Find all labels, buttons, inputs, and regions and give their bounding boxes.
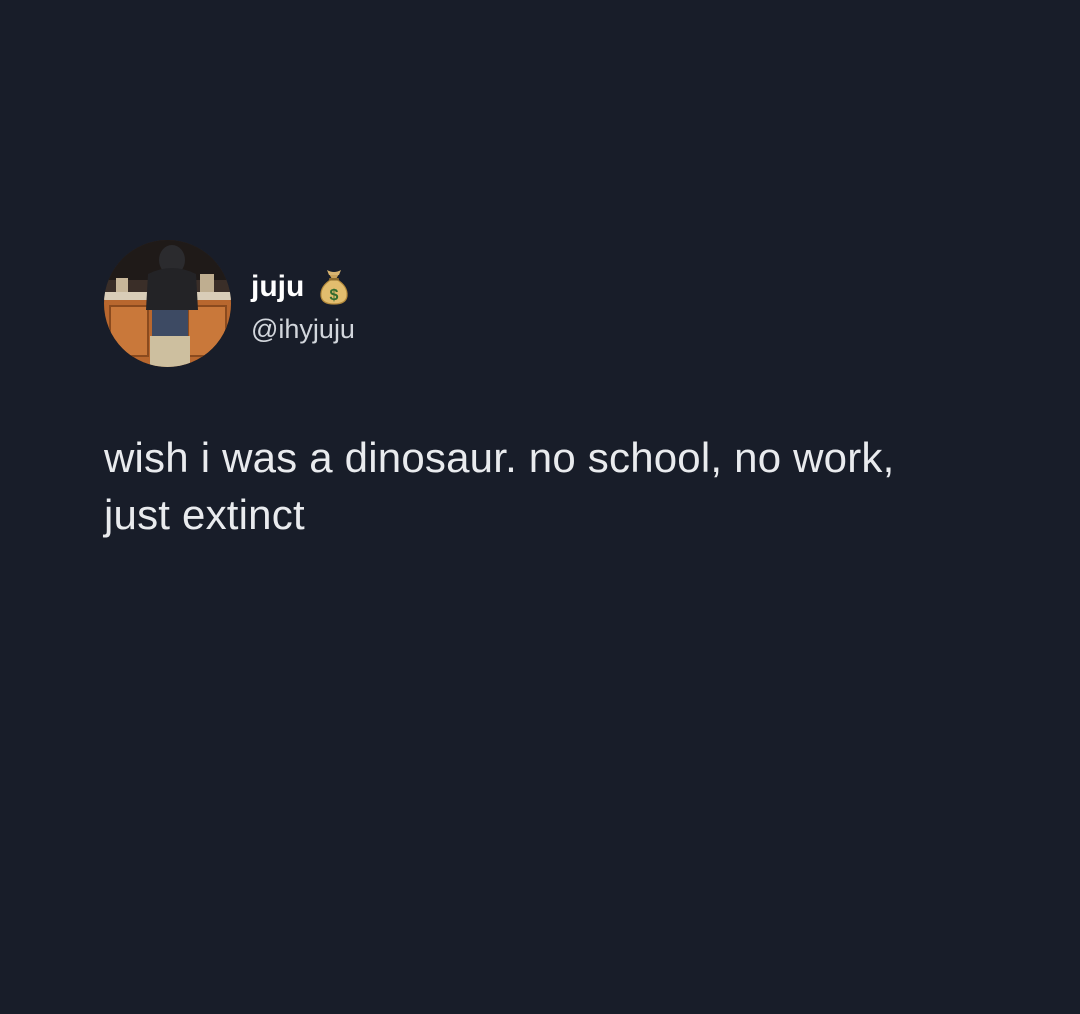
money-bag-icon: $ xyxy=(318,268,350,306)
tweet-header: juju $ @ihyjuju xyxy=(104,240,1004,367)
name-row: juju $ xyxy=(251,268,355,306)
avatar[interactable] xyxy=(104,240,231,367)
svg-text:$: $ xyxy=(330,287,339,304)
handle[interactable]: @ihyjuju xyxy=(251,312,355,346)
tweet-text: wish i was a dinosaur. no school, no wor… xyxy=(104,434,895,538)
avatar-image xyxy=(104,240,231,367)
tweet-card: juju $ @ihyjuju wish i was a dinosaur. n… xyxy=(104,240,1004,543)
display-name[interactable]: juju xyxy=(251,269,304,305)
author-info: juju $ @ihyjuju xyxy=(251,268,355,346)
